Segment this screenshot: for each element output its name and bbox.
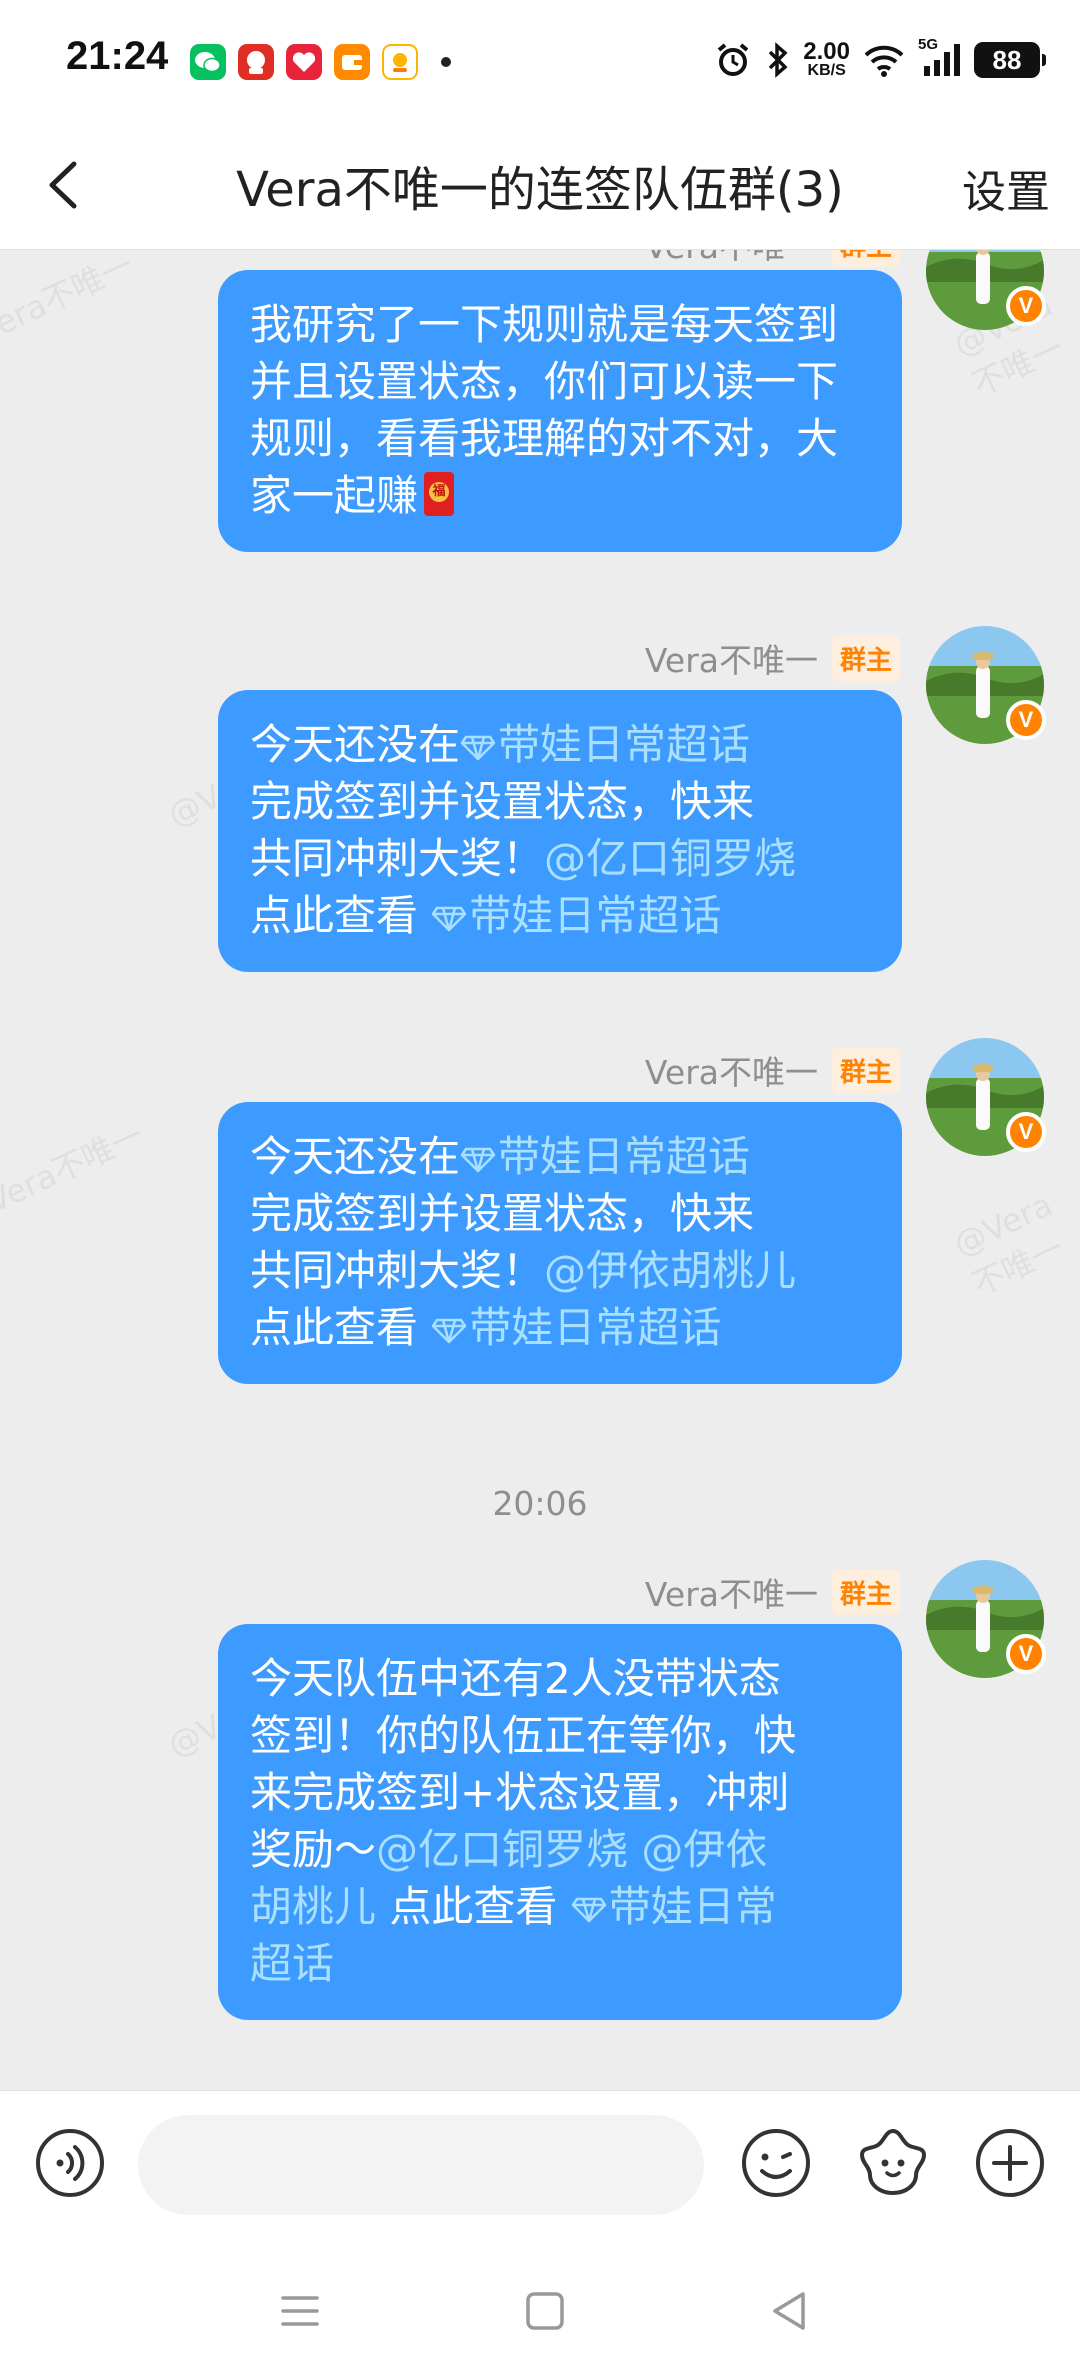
mention-link[interactable]: @亿口铜罗烧 xyxy=(544,834,796,883)
mention-link[interactable]: @伊依 xyxy=(641,1825,767,1874)
sticker-button[interactable] xyxy=(856,2125,930,2199)
message-bubble[interactable]: 我研究了一下规则就是每天签到并且设置状态，你们可以读一下规则，看看我理解的对不对… xyxy=(218,270,902,552)
message-text: 共同冲刺大奖！ xyxy=(250,834,545,883)
owner-badge: 群主 xyxy=(831,1569,900,1615)
more-actions-button[interactable] xyxy=(974,2127,1046,2199)
home-icon[interactable] xyxy=(520,2286,570,2336)
message-text: 点此查看 xyxy=(250,891,432,940)
sender-row: Vera不唯一 群主 xyxy=(645,634,900,682)
sender-name: Vera不唯一 xyxy=(644,1053,818,1092)
message-text: 今天还没在 xyxy=(250,1132,461,1181)
topic-text: 带娃日常超话 xyxy=(498,720,751,769)
chat-header: Vera不唯一的连签队伍群(3) 设置 xyxy=(0,120,1080,250)
topic-link[interactable]: 带娃日常超话 xyxy=(431,891,721,940)
message-text: 奖励～ xyxy=(250,1825,377,1874)
group-title: Vera不唯一的连签队伍群(3) xyxy=(236,162,844,218)
more-notifications-dot xyxy=(441,57,451,67)
time-separator: 20:06 xyxy=(492,1484,588,1523)
topic-text: 带娃日常超话 xyxy=(498,1132,751,1181)
red-packet-emoji-icon: 福 xyxy=(424,472,455,516)
diamond-icon xyxy=(432,906,467,932)
taobao-icon xyxy=(382,44,418,80)
emoji-button[interactable] xyxy=(740,2127,812,2199)
signal-icon: 5G xyxy=(918,36,962,80)
avatar[interactable]: V xyxy=(926,250,1046,330)
net-speed: 2.00 KB/S xyxy=(803,38,850,79)
diamond-icon xyxy=(460,735,496,761)
menu-icon[interactable] xyxy=(275,2286,325,2336)
avatar[interactable]: V xyxy=(926,626,1046,744)
wifi-icon xyxy=(864,45,904,77)
chat-messages[interactable]: @Vera不唯一 @Vera不唯一 @Vera不唯一 @Vera不唯一 @Ver… xyxy=(0,250,1080,2090)
topic-link[interactable]: 带娃日常超话 xyxy=(431,1303,721,1352)
verified-badge-icon: V xyxy=(1006,1634,1046,1674)
diamond-icon xyxy=(460,1147,496,1173)
message-text: 来完成签到+状态设置，冲刺 xyxy=(250,1768,790,1817)
sender-name: Vera不唯一 xyxy=(644,641,818,680)
sender-row: Vera不唯一 群主 xyxy=(645,1046,900,1094)
message-text: 点此查看 xyxy=(376,1882,571,1931)
pinduoduo-icon xyxy=(238,44,274,80)
message-text: 我研究了一下规则就是每天签到并且设置状态，你们可以读一下规则，看看我理解的对不对… xyxy=(250,300,839,520)
message-text: 今天队伍中还有2人没带状态 xyxy=(250,1654,781,1703)
verified-badge-icon: V xyxy=(1006,286,1046,326)
message-text: 完成签到并设置状态，快来 xyxy=(250,777,755,826)
sender-name: Vera不唯一 xyxy=(644,1575,818,1614)
message-bubble[interactable]: 今天还没在 带娃日常超话 完成签到并设置状态，快来 共同冲刺大奖！@伊依胡桃儿 点… xyxy=(218,1102,902,1384)
status-time: 21:24 xyxy=(66,34,169,78)
sender-row: Vera不唯一 群主 xyxy=(645,250,900,268)
voice-input-button[interactable] xyxy=(34,2127,106,2199)
back-nav-icon[interactable] xyxy=(765,2286,815,2336)
topic-link[interactable]: 带娃日常 xyxy=(571,1882,777,1931)
message-bubble[interactable]: 今天队伍中还有2人没带状态 签到！你的队伍正在等你，快 来完成签到+状态设置，冲… xyxy=(218,1624,902,2020)
verified-badge-icon: V xyxy=(1006,1112,1046,1152)
owner-badge: 群主 xyxy=(831,635,900,681)
heart-app-icon xyxy=(286,44,322,80)
sender-row: Vera不唯一 群主 xyxy=(645,1568,900,1616)
diamond-icon xyxy=(571,1897,606,1923)
message-text: 今天还没在 xyxy=(250,720,461,769)
battery-indicator: 88 xyxy=(974,42,1046,78)
input-bar xyxy=(0,2090,1080,2240)
topic-text: 带娃日常 xyxy=(608,1882,777,1931)
message-input[interactable] xyxy=(138,2115,704,2215)
mention-link[interactable]: @亿口铜罗烧 xyxy=(376,1825,628,1874)
wallet-app-icon xyxy=(334,44,370,80)
alarm-icon xyxy=(718,43,749,76)
owner-badge: 群主 xyxy=(831,1047,900,1093)
topic-link[interactable]: 超话 xyxy=(250,1939,334,1988)
watermark: @Vera不唯一 xyxy=(947,1185,1070,1304)
wechat-icon xyxy=(190,44,226,80)
verified-badge-icon: V xyxy=(1006,700,1046,740)
net-speed-value: 2.00 xyxy=(803,38,850,65)
message-text: 共同冲刺大奖！ xyxy=(250,1246,545,1295)
mention-link[interactable]: 胡桃儿 xyxy=(250,1882,376,1931)
bluetooth-icon xyxy=(769,42,788,78)
system-nav-bar xyxy=(0,2240,1080,2376)
settings-button[interactable]: 设置 xyxy=(962,156,1050,220)
status-bar: 21:24 2.00 KB/S 5G 88 xyxy=(0,0,1080,120)
topic-link[interactable]: 带娃日常超话 xyxy=(460,720,750,769)
message-text: 点此查看 xyxy=(250,1303,432,1352)
topic-link[interactable]: 带娃日常超话 xyxy=(460,1132,750,1181)
sender-name: Vera不唯一 xyxy=(645,250,818,268)
avatar[interactable]: V xyxy=(926,1560,1046,1678)
message-text: 签到！你的队伍正在等你，快 xyxy=(250,1711,797,1760)
mention-link[interactable]: @伊依胡桃儿 xyxy=(544,1246,796,1295)
topic-text: 带娃日常超话 xyxy=(469,891,722,940)
topic-text: 带娃日常超话 xyxy=(469,1303,722,1352)
watermark: @Vera不唯一 xyxy=(0,250,140,365)
message-bubble[interactable]: 今天还没在 带娃日常超话 完成签到并设置状态，快来 共同冲刺大奖！@亿口铜罗烧 点… xyxy=(218,690,902,972)
net-speed-unit: KB/S xyxy=(807,62,846,79)
watermark: @Vera不唯一 xyxy=(0,1115,150,1235)
owner-badge: 群主 xyxy=(831,250,900,267)
diamond-icon xyxy=(432,1318,467,1344)
avatar[interactable]: V xyxy=(926,1038,1046,1156)
message-text: 完成签到并设置状态，快来 xyxy=(250,1189,755,1238)
status-indicators: 2.00 KB/S 5G 88 xyxy=(713,36,1046,84)
